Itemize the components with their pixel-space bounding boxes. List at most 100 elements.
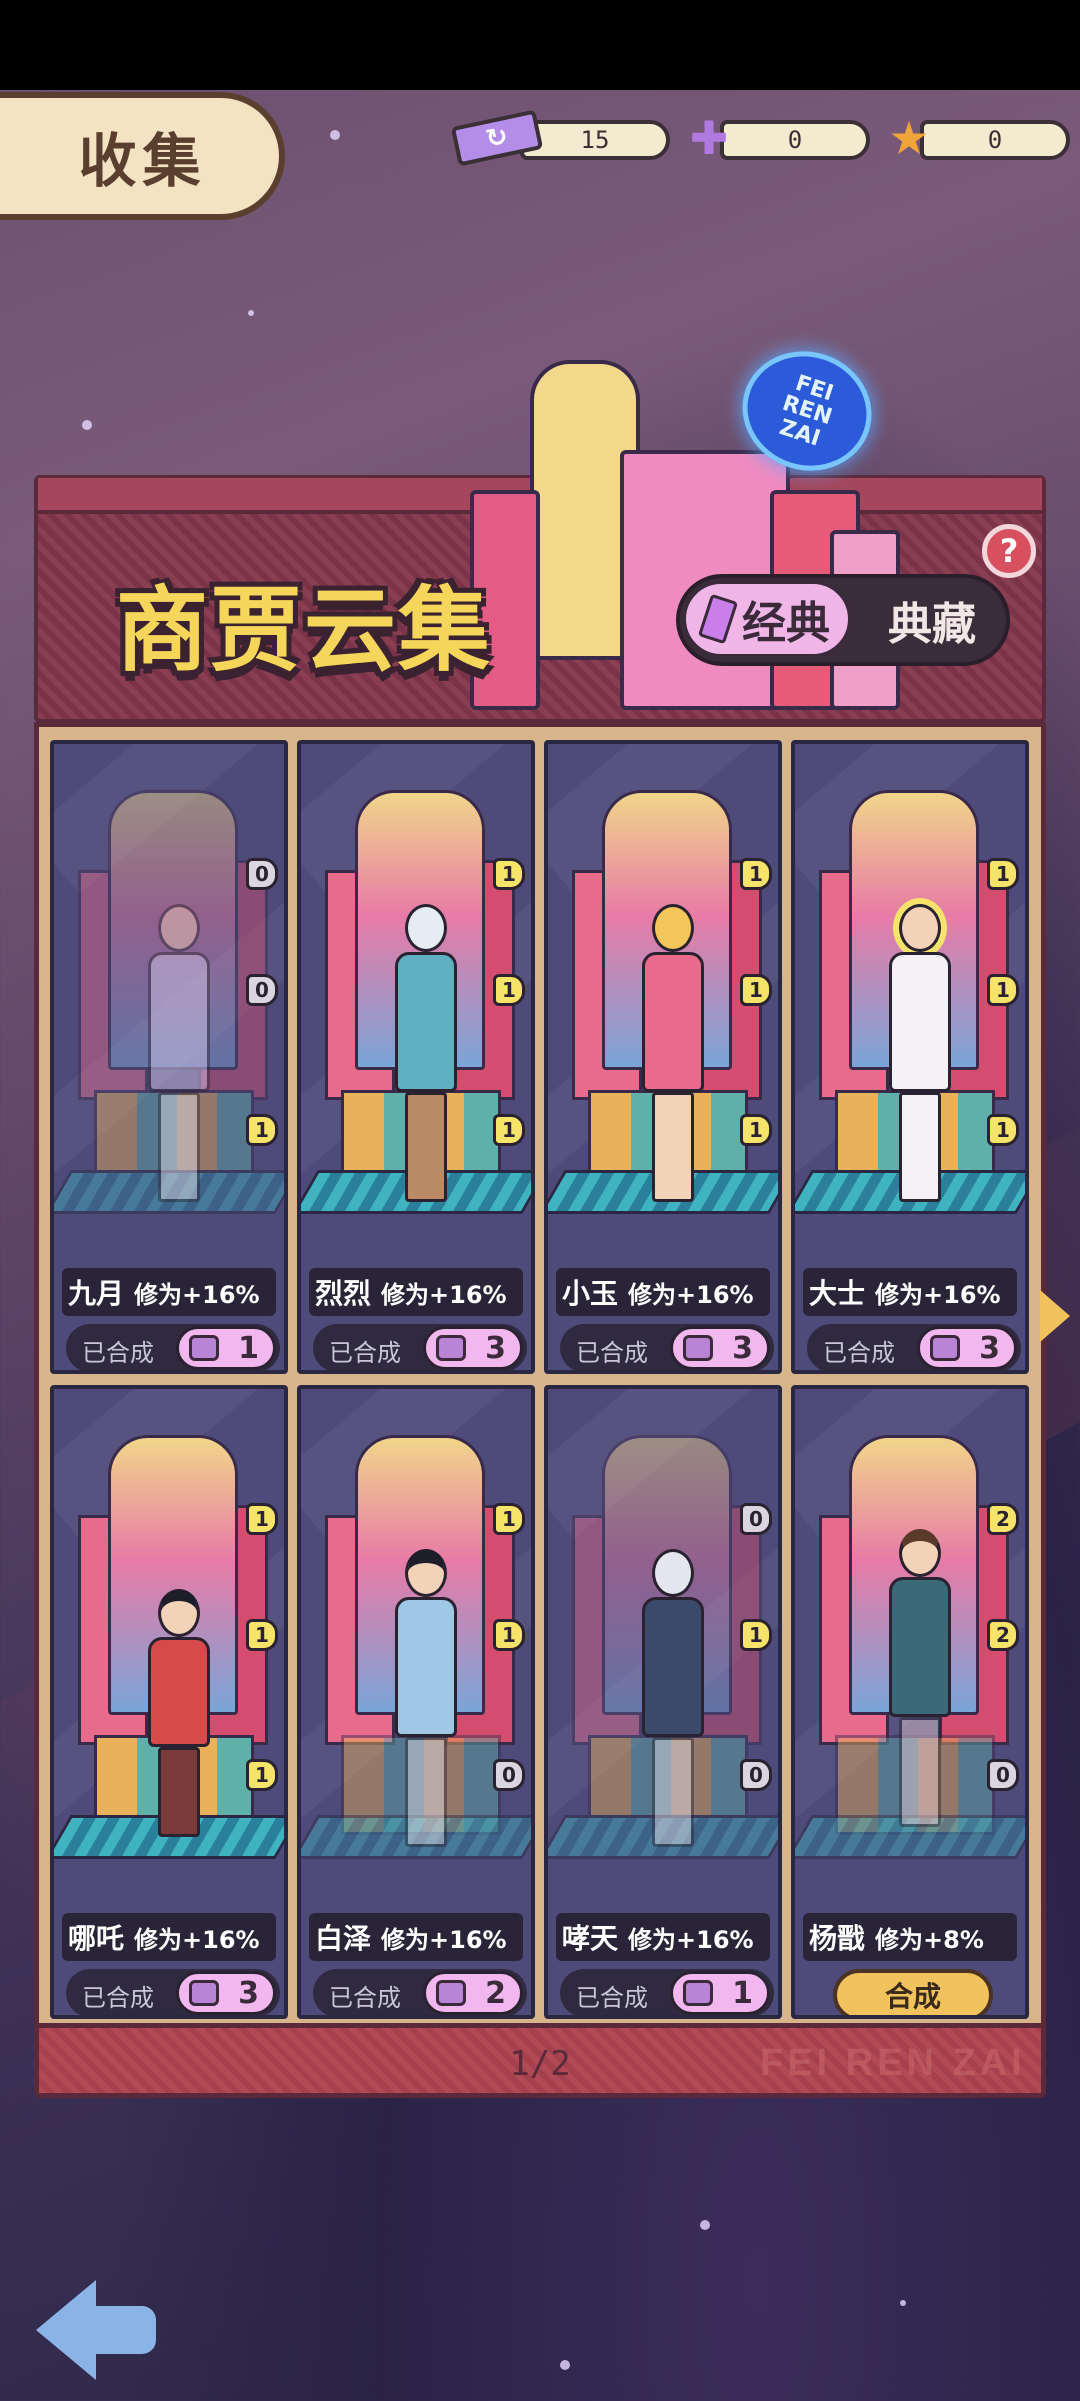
part-count-badge: 1 <box>987 858 1019 890</box>
status-label: 已合成 <box>823 1339 895 1367</box>
character-name: 哮天 <box>562 1922 619 1955</box>
puzzle-icon: ✚ <box>689 111 729 165</box>
part-count-badge: 1 <box>246 1114 278 1146</box>
bonus-text: 修为+8% <box>875 1925 984 1954</box>
part-count-badge: 0 <box>246 974 278 1006</box>
status-bar <box>0 0 1080 90</box>
compose-status: 已合成 3 <box>66 1969 280 2015</box>
tab-collection[interactable]: 典藏 <box>862 582 1002 658</box>
puzzle-count-pill: 1 <box>670 1971 770 2015</box>
next-page-arrow-icon[interactable] <box>1040 1290 1070 1342</box>
puzzle-icon <box>436 1980 466 2006</box>
part-count-badge: 1 <box>740 1114 772 1146</box>
character-figure <box>144 1589 214 1849</box>
status-label: 已合成 <box>329 1339 401 1367</box>
bonus-text: 修为+16% <box>875 1280 1001 1309</box>
puzzle-count-pill: 3 <box>423 1326 523 1370</box>
help-button[interactable]: ? <box>982 524 1036 578</box>
part-count-badge: 1 <box>987 1114 1019 1146</box>
compose-status: 已合成 3 <box>807 1324 1021 1370</box>
puzzle-count-pill: 1 <box>176 1326 276 1370</box>
character-card-dashi[interactable]: 1 1 1 大士 修为+16% 已合成 3 <box>791 740 1029 1374</box>
character-card-nezha[interactable]: 1 1 1 哪吒 修为+16% 已合成 3 <box>50 1385 288 2019</box>
character-card-lielie[interactable]: 1 1 1 烈烈 修为+16% 已合成 3 <box>297 740 535 1374</box>
compose-status: 已合成 3 <box>313 1324 527 1370</box>
star-count: 0 <box>920 120 1070 160</box>
name-bar: 小玉 修为+16% <box>556 1268 770 1316</box>
character-name: 九月 <box>68 1277 125 1310</box>
name-bar: 大士 修为+16% <box>803 1268 1017 1316</box>
part-count-badge: 0 <box>740 1503 772 1535</box>
name-bar: 哪吒 修为+16% <box>62 1913 276 1961</box>
name-bar: 烈烈 修为+16% <box>309 1268 523 1316</box>
star-decoration <box>700 2220 710 2230</box>
part-count-badge: 1 <box>987 974 1019 1006</box>
character-figure <box>638 904 708 1204</box>
part-count-badge: 2 <box>987 1503 1019 1535</box>
character-name: 烈烈 <box>315 1277 372 1310</box>
name-bar: 哮天 修为+16% <box>556 1913 770 1961</box>
character-card-xiaoyu[interactable]: 1 1 1 小玉 修为+16% 已合成 3 <box>544 740 782 1374</box>
name-bar: 九月 修为+16% <box>62 1268 276 1316</box>
bonus-text: 修为+16% <box>134 1280 260 1309</box>
character-name: 白泽 <box>315 1922 372 1955</box>
compose-status: 已合成 2 <box>313 1969 527 2015</box>
star-decoration <box>900 2300 906 2306</box>
status-label: 已合成 <box>576 1984 648 2012</box>
star-decoration <box>248 310 254 316</box>
ticket-icon: ↻ <box>450 109 544 167</box>
character-name: 大士 <box>809 1277 866 1310</box>
puzzle-icon <box>436 1335 466 1361</box>
character-figure <box>144 904 214 1204</box>
page-title: 收集 <box>78 127 207 195</box>
page-title-tab: 收集 <box>0 92 285 220</box>
part-count-badge: 1 <box>740 974 772 1006</box>
puzzle-count-pill: 3 <box>917 1326 1017 1370</box>
character-figure <box>638 1549 708 1849</box>
back-arrow-icon[interactable] <box>36 2280 156 2380</box>
character-card-yangjian[interactable]: 2 2 0 杨戬 修为+8% 合成 <box>791 1385 1029 2019</box>
part-count-badge: 1 <box>740 858 772 890</box>
character-name: 杨戬 <box>809 1922 866 1955</box>
book-icon <box>697 593 739 645</box>
name-bar: 白泽 修为+16% <box>309 1913 523 1961</box>
part-count-badge: 0 <box>740 1759 772 1791</box>
part-count-badge: 1 <box>740 1619 772 1651</box>
bonus-text: 修为+16% <box>628 1925 754 1954</box>
character-figure <box>391 904 461 1204</box>
character-figure <box>391 1549 461 1849</box>
page-indicator: 1/2 <box>509 2044 571 2084</box>
bonus-text: 修为+16% <box>381 1925 507 1954</box>
ticket-count: 15 <box>520 120 670 160</box>
part-count-badge: 0 <box>987 1759 1019 1791</box>
resource-puzzle: ✚ 0 <box>680 111 870 165</box>
character-card-baize[interactable]: 1 1 0 白泽 修为+16% 已合成 2 <box>297 1385 535 2019</box>
character-figure <box>885 1529 955 1829</box>
status-label: 已合成 <box>329 1984 401 2012</box>
part-count-badge: 1 <box>246 1759 278 1791</box>
puzzle-icon <box>189 1980 219 2006</box>
character-name: 哪吒 <box>68 1922 125 1955</box>
character-card-jiuyue[interactable]: 0 0 1 九月 修为+16% 已合成 1 <box>50 740 288 1374</box>
puzzle-count: 0 <box>720 120 870 160</box>
star-decoration <box>560 2360 570 2370</box>
puzzle-count-pill: 2 <box>423 1971 523 2015</box>
compose-button[interactable]: 合成 <box>833 1969 993 2015</box>
puzzle-icon <box>930 1335 960 1361</box>
puzzle-count-pill: 3 <box>176 1971 276 2015</box>
star-decoration <box>330 130 340 140</box>
bonus-text: 修为+16% <box>134 1925 260 1954</box>
bonus-text: 修为+16% <box>628 1280 754 1309</box>
part-count-badge: 1 <box>493 974 525 1006</box>
banner-title: 商贾云集 <box>116 577 493 684</box>
character-card-xiaotian[interactable]: 0 1 0 哮天 修为+16% 已合成 1 <box>544 1385 782 2019</box>
status-label: 已合成 <box>82 1984 154 2012</box>
puzzle-icon <box>683 1980 713 2006</box>
brand-watermark: FEI REN ZAI <box>760 2042 1026 2084</box>
puzzle-icon <box>189 1335 219 1361</box>
puzzle-icon <box>683 1335 713 1361</box>
part-count-badge: 1 <box>493 1619 525 1651</box>
part-count-badge: 0 <box>246 858 278 890</box>
tab-classic[interactable]: 经典 <box>682 580 852 658</box>
puzzle-count-pill: 3 <box>670 1326 770 1370</box>
